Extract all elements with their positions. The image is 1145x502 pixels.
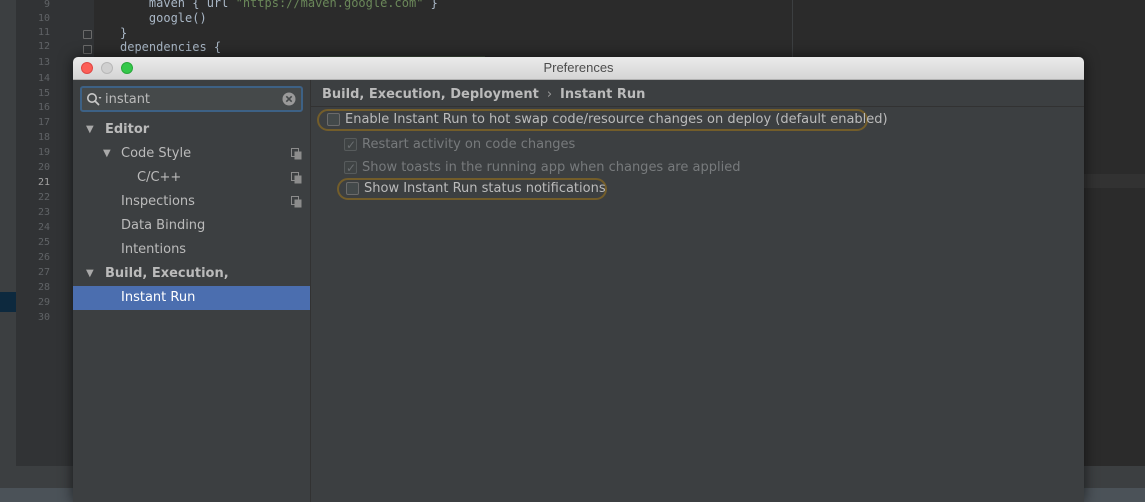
tree-item-intentions[interactable]: Intentions — [73, 238, 310, 262]
tree-item-label: Code Style — [121, 146, 192, 161]
project-settings-icon — [291, 148, 302, 160]
line-number: 10 — [37, 13, 50, 24]
line-number: 23 — [37, 207, 50, 218]
tree-item-label: Intentions — [121, 242, 187, 257]
option-label: Show Instant Run status notifications — [364, 181, 606, 196]
tree-item-instant-run[interactable]: Instant Run — [73, 286, 310, 310]
editor-current-line-band — [1084, 174, 1145, 188]
tree-item-inspections[interactable]: Inspections — [73, 190, 310, 214]
option-restart-activity[interactable]: ✓ Restart activity on code changes — [344, 134, 644, 156]
code-line: } — [120, 26, 128, 40]
expand-arrow-icon[interactable]: ▼ — [86, 118, 94, 142]
tree-item-label: Instant Run — [121, 290, 196, 305]
line-number: 15 — [37, 88, 50, 99]
minimize-window-button[interactable] — [101, 62, 113, 74]
project-settings-icon — [291, 196, 302, 208]
restart-activity-checkbox[interactable]: ✓ — [344, 138, 357, 152]
search-icon[interactable] — [86, 92, 102, 108]
tree-item-label: C/C++ — [137, 170, 182, 185]
tree-item-label: Inspections — [121, 194, 195, 209]
line-number: 27 — [37, 267, 50, 278]
tree-item-data-binding[interactable]: Data Binding — [73, 214, 310, 238]
settings-content-panel: Build, Execution, Deployment › Instant Run… — [311, 80, 1084, 502]
option-label: Enable Instant Run to hot swap code/reso… — [345, 112, 888, 127]
breadcrumb-current: Instant Run — [560, 87, 646, 102]
line-number: 26 — [37, 252, 50, 263]
option-label: Show toasts in the running app when chan… — [362, 160, 741, 175]
dialog-titlebar[interactable]: Preferences — [73, 57, 1084, 80]
tool-window-selection — [0, 292, 16, 312]
tree-item-label: Data Binding — [121, 218, 206, 233]
check-mark-icon: ✓ — [346, 161, 357, 175]
editor-split-divider — [792, 0, 793, 60]
breadcrumb: Build, Execution, Deployment › Instant Run — [322, 87, 645, 102]
line-number: 16 — [37, 102, 50, 113]
line-number: 19 — [37, 147, 50, 158]
breadcrumb-parent[interactable]: Build, Execution, Deployment — [322, 87, 539, 102]
line-number: 14 — [37, 73, 50, 84]
tree-item-label: Editor — [105, 122, 150, 137]
option-label: Restart activity on code changes — [362, 137, 576, 152]
status-notifications-checkbox[interactable] — [346, 182, 359, 195]
fold-marker-icon[interactable] — [83, 45, 92, 54]
check-mark-icon: ✓ — [346, 138, 357, 152]
option-status-notifications[interactable]: Show Instant Run status notifications — [337, 178, 607, 200]
line-number: 28 — [37, 282, 50, 293]
line-number: 30 — [37, 312, 50, 323]
tree-item-editor[interactable]: ▼ Editor — [73, 118, 310, 142]
line-number: 25 — [37, 237, 50, 248]
dialog-title: Preferences — [543, 60, 614, 75]
line-number: 11 — [37, 27, 50, 38]
line-number: 17 — [37, 117, 50, 128]
line-number: 24 — [37, 222, 50, 233]
line-number: 20 — [37, 162, 50, 173]
line-number: 22 — [37, 192, 50, 203]
code-line: google() — [120, 11, 207, 25]
tree-item-build-execution-deployment[interactable]: ▼ Build, Execution, Deployment — [73, 262, 310, 305]
zoom-window-button[interactable] — [121, 62, 133, 74]
close-window-button[interactable] — [81, 62, 93, 74]
settings-search-input[interactable] — [105, 90, 275, 108]
line-number: 18 — [37, 132, 50, 143]
settings-search-box[interactable] — [80, 86, 303, 112]
fold-marker-icon[interactable] — [83, 30, 92, 39]
line-number-current: 21 — [37, 177, 50, 188]
tool-window-strip — [0, 0, 16, 502]
preferences-dialog: Preferences ▼ Editor ▼ Code Style — [73, 57, 1084, 502]
code-line: dependencies { — [120, 40, 222, 54]
settings-sidebar: ▼ Editor ▼ Code Style C/C++ Inspections — [73, 80, 311, 502]
line-number: 13 — [37, 57, 50, 68]
option-show-toasts[interactable]: ✓ Show toasts in the running app when ch… — [344, 157, 764, 179]
project-settings-icon — [291, 172, 302, 184]
content-divider — [311, 106, 1084, 107]
line-number: 29 — [37, 297, 50, 308]
expand-arrow-icon[interactable]: ▼ — [103, 142, 111, 166]
expand-arrow-icon[interactable]: ▼ — [86, 262, 94, 286]
breadcrumb-separator: › — [546, 87, 553, 102]
line-number: 9 — [43, 0, 50, 10]
show-toasts-checkbox[interactable]: ✓ — [344, 161, 357, 175]
tree-item-c-cpp[interactable]: C/C++ — [73, 166, 310, 190]
tree-item-code-style[interactable]: ▼ Code Style — [73, 142, 310, 166]
enable-instant-run-checkbox[interactable] — [327, 113, 340, 126]
code-line: maven { url "https://maven.google.com" } — [120, 0, 438, 10]
clear-icon[interactable] — [281, 91, 297, 107]
option-enable-instant-run[interactable]: Enable Instant Run to hot swap code/reso… — [317, 109, 888, 131]
line-number: 12 — [37, 41, 50, 52]
